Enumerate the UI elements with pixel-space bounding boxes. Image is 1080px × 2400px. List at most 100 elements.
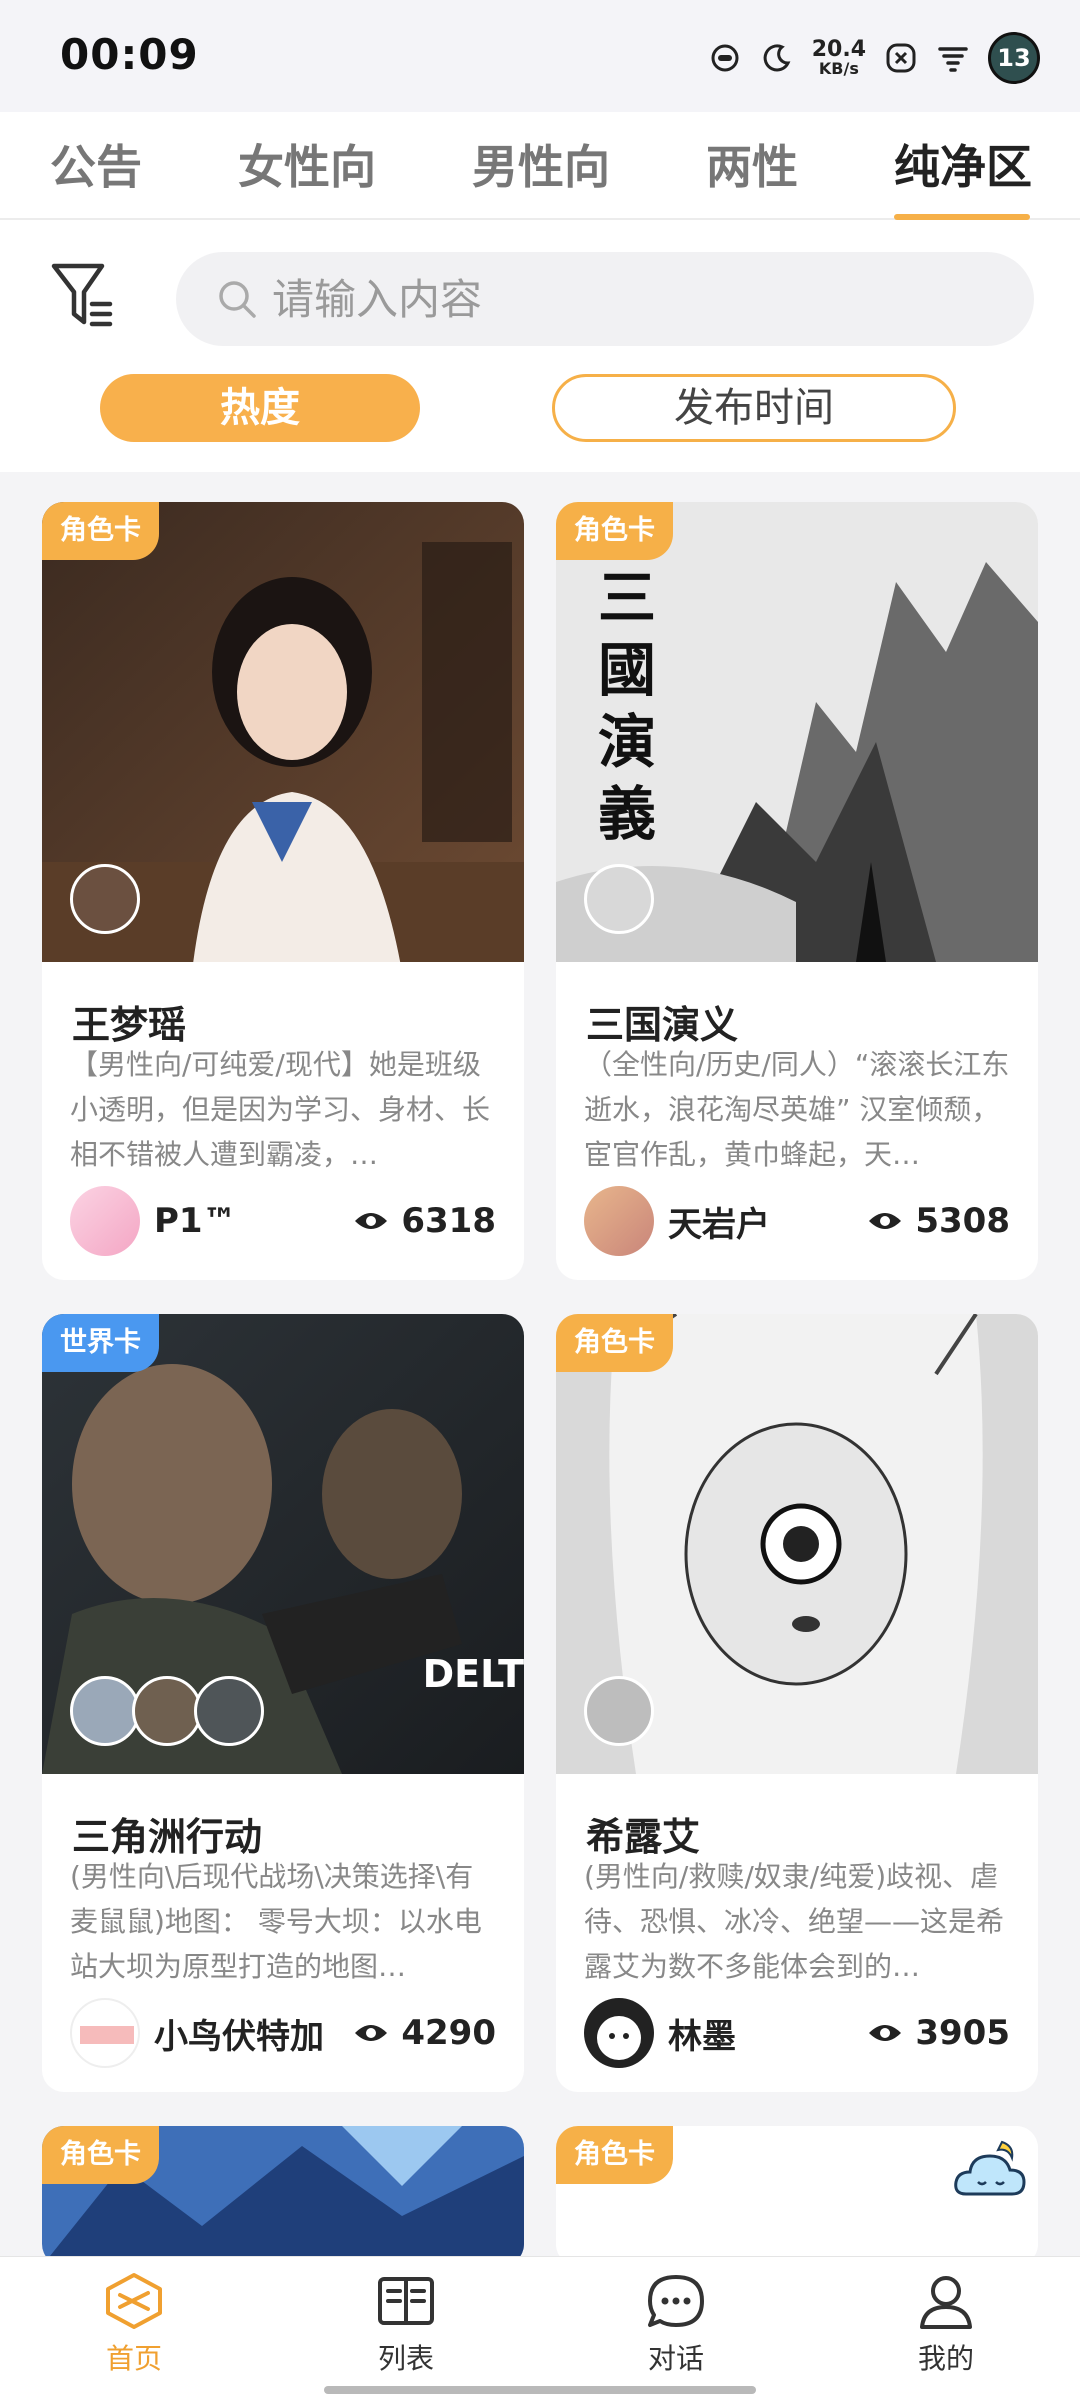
card-badge: 世界卡 [42, 1314, 159, 1372]
author-name: 林墨 [668, 2016, 736, 2057]
nav-mine[interactable]: 我的 [876, 2271, 1016, 2377]
home-indicator[interactable] [324, 2386, 756, 2394]
card-description: 【男性向/可纯爱/现代】她是班级小透明，但是因为学习、身材、长相不错被人遭到霸凌… [70, 1048, 491, 1171]
card-participant-avatars [70, 1676, 264, 1746]
nav-list-label: 列表 [377, 2342, 434, 2375]
tab-female[interactable]: 女性向 [238, 132, 376, 202]
card-description: (男性向\后现代战场\决策选择\有麦鼠鼠)地图： 零号大坝：以水电站大坝为原型打… [70, 1860, 482, 1983]
home-icon [106, 2273, 162, 2329]
card-author[interactable]: 小鸟伏特加 [70, 1998, 324, 2068]
status-bar: 00:09 20.4 KB/s 13 [0, 0, 1080, 112]
card-badge: 角色卡 [42, 502, 159, 560]
card-cover-image: 角色卡 [556, 2126, 1038, 2266]
card-partial-left[interactable]: 角色卡 [42, 2126, 524, 2266]
card-views: 5308 [867, 1198, 1010, 1244]
status-time: 00:09 [60, 30, 199, 79]
card-cover-image: 角色卡 [42, 502, 524, 962]
card-delta-force[interactable]: DELT 世界卡 三角洲行动 (男性向\后现代战场\决策选择\有麦鼠鼠)地图： … [42, 1314, 524, 2092]
image-logo-text: DELT [422, 1652, 524, 1696]
card-cover-image: 角色卡 [42, 2126, 524, 2266]
eye-icon [869, 1213, 902, 1229]
participant-avatar [194, 1676, 264, 1746]
nav-mine-label: 我的 [917, 2342, 974, 2375]
author-name: 天岩户 [668, 1204, 770, 1245]
tab-announcement[interactable]: 公告 [50, 132, 142, 202]
net-speed: 20.4 KB/s [812, 39, 866, 77]
wifi-icon [938, 47, 968, 72]
avatar [584, 1998, 654, 2068]
card-description: (男性向/救赎/奴隶/纯爱)歧视、虐待、恐惧、冰冷、绝望——这是希露艾为数不多能… [584, 1860, 1005, 1983]
card-cover-image: 三國演義 角色卡 [556, 502, 1038, 962]
nav-home[interactable]: 首页 [64, 2271, 204, 2377]
category-tabs: 公告 女性向 男性向 两性 纯净区 [0, 112, 1080, 220]
sort-hot-button[interactable]: 热度 [100, 374, 420, 442]
card-xiluai[interactable]: 角色卡 希露艾 (男性向/救赎/奴隶/纯爱)歧视、虐待、恐惧、冰冷、绝望——这是… [556, 1314, 1038, 2092]
card-title: 三角洲行动 [72, 1815, 263, 1859]
card-badge: 角色卡 [42, 2126, 159, 2184]
search-box[interactable] [176, 252, 1034, 346]
card-views: 4290 [353, 2010, 496, 2056]
participant-avatar [70, 1676, 140, 1746]
nav-chat[interactable]: 对话 [606, 2271, 746, 2377]
card-title: 希露艾 [586, 1815, 701, 1859]
search-icon [219, 281, 256, 318]
author-name: P1™ [154, 1201, 237, 1241]
nav-chat-label: 对话 [647, 2342, 704, 2375]
filter-bar: 热度 发布时间 [0, 220, 1080, 472]
avatar [70, 1186, 140, 1256]
card-cover-image: DELT 世界卡 [42, 1314, 524, 1774]
card-sanguo[interactable]: 三國演義 角色卡 三国演义 （全性向/历史/同人）“滚滚长江东逝水，浪花淘尽英雄… [556, 502, 1038, 1280]
tab-male[interactable]: 男性向 [472, 132, 610, 202]
user-icon [920, 2276, 972, 2329]
card-author[interactable]: 天岩户 [584, 1186, 770, 1256]
filter-icon[interactable] [50, 260, 114, 332]
sort-time-button[interactable]: 发布时间 [552, 374, 956, 442]
card-description: （全性向/历史/同人）“滚滚长江东逝水，浪花淘尽英雄” 汉室倾颓，宦官作乱，黄巾… [584, 1048, 1010, 1171]
card-badge: 角色卡 [556, 1314, 673, 1372]
card-author[interactable]: P1™ [70, 1186, 237, 1256]
card-views: 6318 [353, 1198, 496, 1244]
card-participant-avatars [584, 864, 654, 934]
tab-both[interactable]: 两性 [706, 132, 798, 202]
view-count: 3905 [915, 2013, 1010, 2053]
participant-avatar [584, 864, 654, 934]
card-views: 3905 [867, 2010, 1010, 2056]
tab-pure[interactable]: 纯净区 [894, 132, 1032, 202]
participant-avatar [132, 1676, 202, 1746]
game-icon [711, 44, 739, 72]
net-speed-value: 20.4 [811, 37, 866, 62]
card-participant-avatars [584, 1676, 654, 1746]
participant-avatar [70, 864, 140, 934]
close-box-icon [886, 43, 916, 73]
view-count: 5308 [915, 1201, 1010, 1241]
net-speed-unit: KB/s [818, 59, 859, 78]
eye-icon [355, 2025, 388, 2041]
card-badge: 角色卡 [556, 502, 673, 560]
status-icons: 20.4 KB/s 13 [708, 30, 1040, 86]
search-input[interactable] [272, 262, 972, 336]
chat-icon [648, 2275, 704, 2327]
avatar [584, 1186, 654, 1256]
eye-icon [869, 2025, 902, 2041]
bottom-nav: 首页 列表 对话 我的 [0, 2256, 1080, 2400]
view-count: 6318 [401, 1201, 496, 1241]
author-name: 小鸟伏特加 [154, 2016, 324, 2057]
calligraphy-title: 三國演義 [598, 564, 657, 848]
card-title: 三国演义 [586, 1003, 739, 1047]
card-wang-mengyao[interactable]: 角色卡 王梦瑶 【男性向/可纯爱/现代】她是班级小透明，但是因为学习、身材、长相… [42, 502, 524, 1280]
moon-icon [763, 44, 791, 72]
card-partial-right[interactable]: 角色卡 [556, 2126, 1038, 2266]
card-cover-image: 角色卡 [556, 1314, 1038, 1774]
card-badge: 角色卡 [556, 2126, 673, 2184]
nav-home-label: 首页 [105, 2342, 162, 2375]
nav-list[interactable]: 列表 [336, 2271, 476, 2377]
card-author[interactable]: 林墨 [584, 1998, 736, 2068]
card-title: 王梦瑶 [72, 1003, 187, 1047]
avatar [70, 1998, 140, 2068]
battery-badge: 13 [988, 32, 1040, 84]
cloud-icon [954, 2140, 1026, 2196]
book-icon [378, 2277, 434, 2325]
view-count: 4290 [401, 2013, 496, 2053]
eye-icon [355, 1213, 388, 1229]
card-participant-avatars [70, 864, 140, 934]
